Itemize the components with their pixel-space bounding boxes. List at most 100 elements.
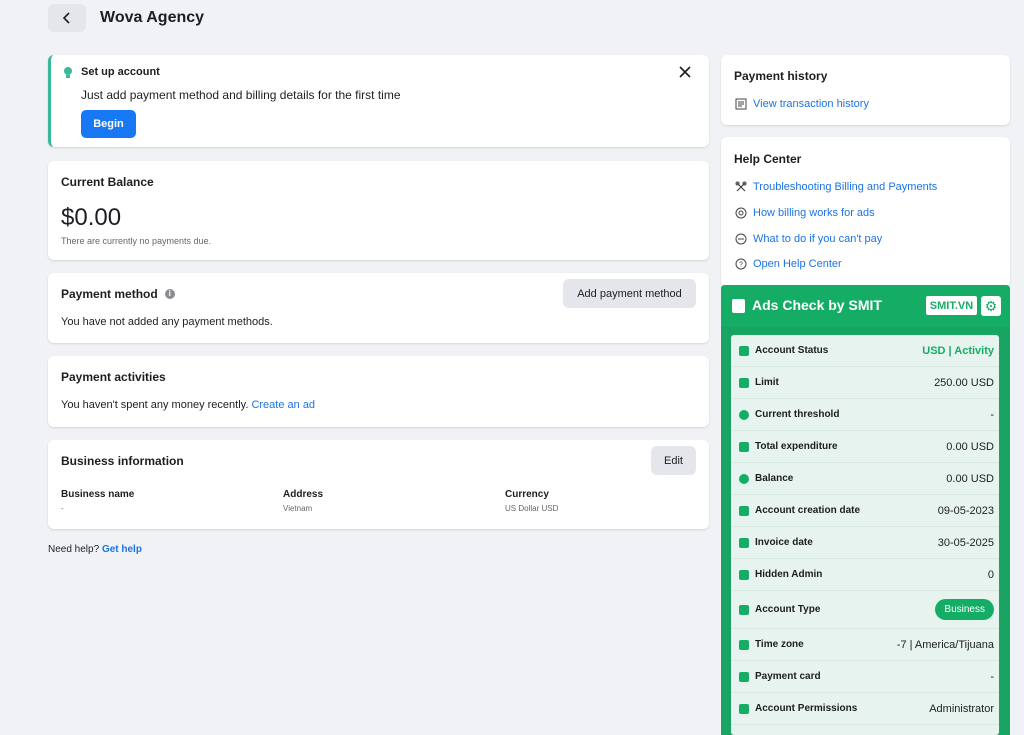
row-label: Invoice date [755,537,813,548]
field-label: Business name [61,489,135,500]
row-value: 30-05-2025 [937,536,994,549]
row-payment-card: Payment card - [731,661,999,693]
limit-icon [739,377,749,388]
row-value: 0.00 USD [946,440,994,453]
row-time-zone: Time zone -7 | America/Tijuana [731,629,999,661]
business-information-title: Business information [61,454,184,468]
help-link-cant-pay[interactable]: What to do if you can't pay [734,232,882,245]
row-total-expenditure: Total expenditure 0.00 USD [731,431,999,463]
document-icon [732,299,745,313]
row-value: 250.00 USD [934,376,994,389]
balance-title: Current Balance [61,175,154,189]
row-account-status: Account Status USD | Activity [731,335,999,367]
setup-title: Set up account [81,66,160,78]
ads-check-header: Ads Check by SMIT SMIT.VN ⚙ [721,285,1010,327]
current-balance-card: Current Balance $0.00 There are currentl… [48,161,709,260]
row-value: Administrator [929,702,994,715]
question-circle-icon: ? [734,257,747,270]
smit-badge[interactable]: SMIT.VN [926,296,977,315]
ads-check-title: Ads Check by SMIT [752,297,882,313]
row-account-creation-date: Account creation date 09-05-2023 [731,495,999,527]
tools-icon [734,180,747,193]
field-value: - [61,504,64,513]
payment-activities-description: You haven't spent any money recently. Cr… [61,399,315,411]
row-value: - [990,408,994,421]
row-label: Account creation date [755,505,861,516]
help-center-title: Help Center [734,152,802,166]
edit-button[interactable]: Edit [651,446,696,475]
payment-activities-card: Payment activities You haven't spent any… [48,356,709,427]
shield-icon [739,639,749,650]
credit-card-icon [739,671,749,682]
link-label: How billing works for ads [753,206,875,219]
row-label: Total expenditure [755,441,838,452]
row-account-permissions: Account Permissions Administrator [731,693,999,725]
payment-activities-text: You haven't spent any money recently. [61,399,249,411]
user-card-icon [739,604,749,615]
setup-account-card: Set up account Just add payment method a… [48,55,709,147]
ads-check-table: Account Status USD | Activity Limit 250.… [731,335,999,735]
link-label: View transaction history [753,97,869,110]
info-icon[interactable]: i [164,289,175,299]
row-value: - [990,670,994,683]
payment-method-card: Payment method i You have not added any … [48,273,709,343]
page-title: Wova Agency [100,9,205,26]
lightbulb-icon [64,67,72,78]
row-label: Account Type [755,604,821,615]
business-name-field: Business name - [61,489,134,513]
row-label: Account Permissions [755,703,858,714]
row-label: Payment card [755,671,821,682]
row-invoice-date: Invoice date 30-05-2025 [731,527,999,559]
row-value: 0 [987,568,994,581]
field-label: Currency [505,489,549,500]
need-help: Need help? Get help [48,544,142,555]
gear-icon[interactable]: ⚙ [981,296,1001,316]
row-label: Limit [755,377,779,388]
row-hidden-admin: Hidden Admin 0 [731,559,999,591]
create-ad-link[interactable]: Create an ad [251,399,315,411]
business-information-card: Business information Edit Business name … [48,440,709,529]
row-limit: Limit 250.00 USD [731,367,999,399]
wallet-icon [739,441,749,452]
dollar-icon [739,473,749,484]
close-icon[interactable] [677,64,693,80]
balance-note: There are currently no payments due. [61,236,212,246]
field-label: Address [283,489,324,500]
get-help-link[interactable]: Get help [102,544,142,555]
payment-history-title: Payment history [734,69,828,83]
svg-text:?: ? [739,261,743,268]
add-payment-method-button[interactable]: Add payment method [563,279,696,308]
link-label: What to do if you can't pay [753,232,883,245]
top-bar: Wova Agency [48,4,204,32]
balance-amount: $0.00 [61,204,122,231]
help-center-card: Help Center Troubleshooting Billing and … [721,137,1010,287]
row-label: Current threshold [755,409,840,420]
chevron-left-icon [62,12,70,24]
coins-icon [734,206,747,219]
invoice-icon [739,537,749,548]
help-link-billing[interactable]: How billing works for ads [734,206,875,219]
row-account-type: Account Type Business [731,591,999,629]
payment-method-heading: Payment method i [61,287,175,301]
receipt-icon [734,97,747,110]
row-value: USD | Activity [922,344,994,357]
link-label: Open Help Center [753,257,842,270]
account-type-badge: Business [935,599,994,620]
row-value: -7 | America/Tijuana [896,638,994,651]
help-link-open-help-center[interactable]: ? Open Help Center [734,257,842,270]
row-balance: Balance 0.00 USD [731,463,999,495]
payment-activities-title: Payment activities [61,370,166,384]
back-button[interactable] [48,4,86,32]
row-label: Account Status [755,345,829,356]
ads-check-panel: Ads Check by SMIT SMIT.VN ⚙ Account Stat… [721,285,1010,735]
view-transaction-history-link[interactable]: View transaction history [734,97,869,110]
need-help-text: Need help? [48,544,100,555]
field-value: US Dollar USD [505,504,559,513]
payment-method-title: Payment method [61,287,158,301]
address-field: Address Vietnam [283,489,323,513]
user-gear-icon [739,703,749,714]
begin-button[interactable]: Begin [81,110,136,138]
row-current-threshold: Current threshold - [731,399,999,431]
setup-description: Just add payment method and billing deta… [81,88,401,102]
help-link-troubleshooting[interactable]: Troubleshooting Billing and Payments [734,180,937,193]
